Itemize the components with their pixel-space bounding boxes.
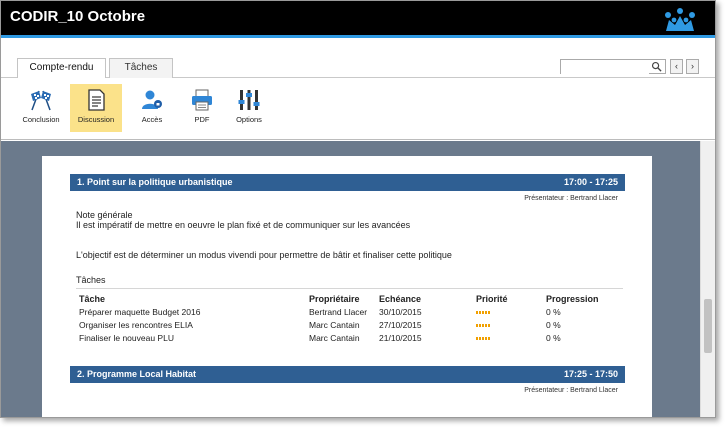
scrollbar-thumb[interactable] bbox=[704, 299, 712, 353]
app-window: CODIR_10 Octobre Compte-rendu Tâches ‹ › bbox=[0, 0, 716, 418]
tasks-heading: Tâches bbox=[76, 275, 106, 285]
task-progress: 0 % bbox=[546, 333, 561, 343]
pdf-label: PDF bbox=[194, 115, 210, 124]
task-due: 30/10/2015 bbox=[379, 307, 422, 317]
topic-presenter: Présentateur : Bertrand Llacer bbox=[524, 387, 618, 394]
vertical-scrollbar[interactable] bbox=[700, 141, 715, 417]
task-progress: 0 % bbox=[546, 320, 561, 330]
options-label: Options bbox=[236, 115, 262, 124]
priority-indicator bbox=[476, 337, 492, 341]
pdf-button[interactable]: PDF bbox=[176, 84, 228, 132]
crown-logo-icon bbox=[665, 8, 695, 31]
document-page: 1. Point sur la politique urbanistique 1… bbox=[42, 156, 652, 417]
task-due: 27/10/2015 bbox=[379, 320, 422, 330]
conclusion-button[interactable]: Conclusion bbox=[15, 84, 67, 132]
previous-button[interactable]: ‹ bbox=[670, 59, 683, 74]
conclusion-label: Conclusion bbox=[22, 115, 60, 124]
search-icon[interactable] bbox=[651, 61, 662, 72]
task-owner: Marc Cantain bbox=[309, 320, 360, 330]
task-owner: Bertrand Llacer bbox=[309, 307, 368, 317]
topic-time: 17:25 - 17:50 bbox=[563, 369, 618, 379]
task-name[interactable]: Finaliser le nouveau PLU bbox=[79, 333, 174, 343]
next-button[interactable]: › bbox=[686, 59, 699, 74]
column-header-task: Tâche bbox=[79, 294, 106, 304]
discussion-label: Discussion bbox=[77, 115, 115, 124]
checkered-flags-icon bbox=[31, 90, 51, 111]
acces-label: Accès bbox=[141, 115, 163, 124]
search-box bbox=[560, 59, 666, 77]
topic-presenter: Présentateur : Bertrand Llacer bbox=[524, 195, 618, 202]
user-access-icon bbox=[142, 90, 162, 109]
note-line: L'objectif est de déterminer un modus vi… bbox=[76, 250, 452, 260]
discussion-button[interactable]: Discussion bbox=[70, 84, 122, 132]
column-header-progress: Progression bbox=[546, 294, 599, 304]
topic-title: 1. Point sur la politique urbanistique bbox=[77, 177, 233, 187]
window-title: CODIR_10 Octobre bbox=[10, 8, 146, 25]
sliders-icon bbox=[238, 90, 260, 110]
topic-header: 2. Programme Local Habitat 17:25 - 17:50 bbox=[70, 366, 625, 383]
priority-indicator bbox=[476, 324, 492, 328]
column-header-priority: Priorité bbox=[476, 294, 508, 304]
printer-icon bbox=[192, 89, 212, 111]
tab-taches[interactable]: Tâches bbox=[109, 58, 173, 78]
topic-time: 17:00 - 17:25 bbox=[563, 177, 618, 187]
options-button[interactable]: Options bbox=[223, 84, 275, 132]
title-bar: CODIR_10 Octobre bbox=[1, 1, 715, 35]
topic-title: 2. Programme Local Habitat bbox=[77, 369, 197, 379]
topic-header: 1. Point sur la politique urbanistique 1… bbox=[70, 174, 625, 191]
note-line: Il est impératif de mettre en oeuvre le … bbox=[76, 220, 411, 230]
column-header-due: Echéance bbox=[379, 294, 422, 304]
priority-indicator bbox=[476, 311, 492, 315]
tab-compte-rendu[interactable]: Compte-rendu bbox=[17, 58, 106, 79]
acces-button[interactable]: Accès bbox=[126, 84, 178, 132]
document-icon bbox=[88, 89, 105, 111]
note-heading: Note générale bbox=[76, 210, 133, 220]
task-name[interactable]: Organiser les rencontres ELIA bbox=[79, 320, 193, 330]
tab-bar: Compte-rendu Tâches ‹ › bbox=[1, 38, 715, 79]
task-name[interactable]: Préparer maquette Budget 2016 bbox=[79, 307, 200, 317]
task-owner: Marc Cantain bbox=[309, 333, 360, 343]
task-progress: 0 % bbox=[546, 307, 561, 317]
toolbar: Conclusion Discussion Accès PDF Options bbox=[1, 78, 715, 140]
task-due: 21/10/2015 bbox=[379, 333, 422, 343]
search-input[interactable] bbox=[561, 63, 649, 77]
column-header-owner: Propriétaire bbox=[309, 294, 360, 304]
divider bbox=[76, 288, 623, 289]
